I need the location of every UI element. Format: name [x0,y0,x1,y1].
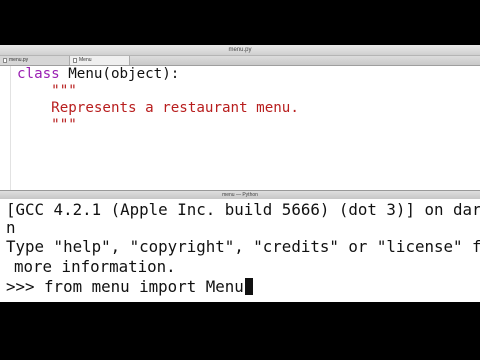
shell-output-line: more information. [14,257,176,276]
file-icon [73,58,77,63]
shell-input-line[interactable]: >>> from menu import Menu [6,276,253,298]
tab-label: Menu [79,57,92,63]
shell-output-line: [GCC 4.2.1 (Apple Inc. build 5666) (dot … [6,200,480,219]
shell-input-text: >>> from menu import Menu [6,277,244,296]
editor-titlebar[interactable]: menu.py [0,45,480,56]
tab-menu-class[interactable]: Menu [70,56,130,65]
class-declaration: Menu(object): [59,66,180,82]
docstring-close: """ [17,117,77,133]
file-icon [3,58,7,63]
gutter-divider [10,66,11,190]
tab-label: menu.py [9,57,29,63]
editor-window-title: menu.py [228,47,252,53]
code-editor[interactable]: class Menu(object): """ Represents a res… [0,66,480,190]
docstring-text: Represents a restaurant menu. [17,100,299,116]
shell-output-line: Type "help", "copyright", "credits" or "… [6,237,480,256]
editor-tabbar: menu.py Menu [0,56,480,66]
keyword-class: class [17,66,60,82]
text-cursor [244,278,253,295]
screen: menu.py menu.py Menu class Menu(object):… [0,0,480,360]
code-line: class Menu(object): [17,66,179,83]
docstring-open: """ [17,83,77,99]
editor-window: menu.py menu.py Menu class Menu(object):… [0,45,480,190]
tab-menu-py[interactable]: menu.py [0,56,70,65]
shell-window-title: menu — Python [222,192,258,198]
python-shell[interactable]: [GCC 4.2.1 (Apple Inc. build 5666) (dot … [0,199,480,302]
